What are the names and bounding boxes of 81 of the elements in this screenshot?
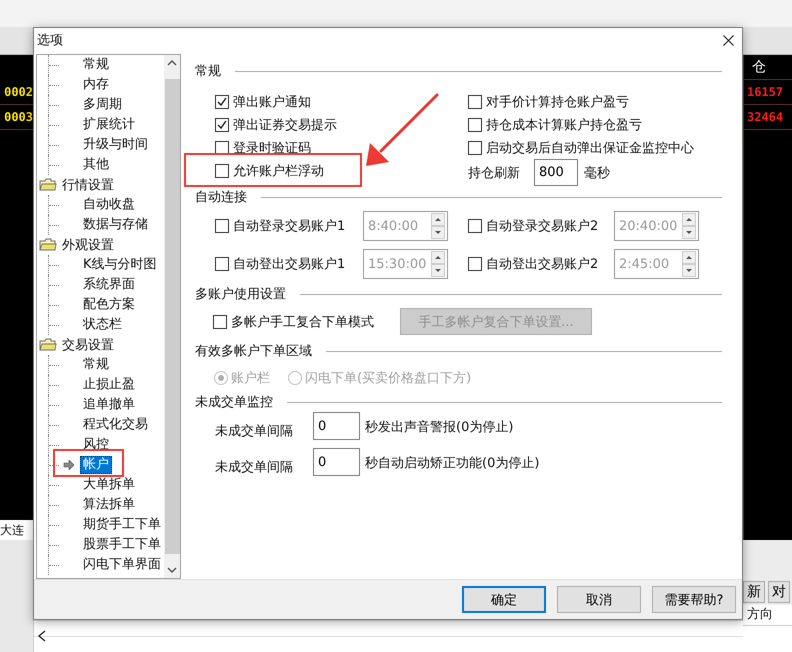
checkbox-label: 弹出账户通知 [233,94,311,111]
checkbox-label: 自动登录交易账户2 [486,218,598,236]
tree-item[interactable]: 程式化交易 [80,416,151,434]
tree-item[interactable]: 常规 [80,356,112,374]
field-hint: 秒发出声音警报(0为停止) [365,419,514,436]
tree-item[interactable]: 多周期 [80,96,125,114]
table-cell: 32464 [744,105,792,130]
checkbox[interactable] [468,94,482,109]
checkbox-label: 启动交易后自动弹出保证金监控中心 [486,140,694,157]
close-icon[interactable] [723,34,734,46]
checkbox-label: 持仓成本计算账户持仓盈亏 [486,116,642,134]
arrow-icon [63,460,75,470]
input-field[interactable]: 0 [313,412,360,440]
tree-item[interactable]: 股票手工下单 [80,536,164,554]
checkbox-label: 自动登录交易账户1 [233,218,346,236]
tree-item[interactable]: 追单撤单 [80,396,138,414]
checkbox[interactable] [213,314,227,329]
tree-item[interactable]: 其他 [80,156,112,174]
tree-folder[interactable]: 行情设置 [62,176,114,194]
tree-item[interactable]: 自动收盘 [80,196,138,214]
checkbox[interactable] [215,94,229,109]
dialog-button[interactable]: 取消 [557,586,641,614]
input-field[interactable]: 0 [313,448,360,476]
tree-item[interactable]: 数据与存储 [80,216,151,234]
tree-item[interactable]: 止损止盈 [80,376,138,394]
field-label: 持仓刷新 [468,164,520,182]
tree-item[interactable]: 算法拆单 [80,496,138,514]
folder-icon [39,178,57,192]
checkbox[interactable] [468,118,482,132]
checkbox-label: 登录时验证码 [233,140,311,157]
checkbox[interactable] [215,140,229,155]
unit-label: 毫秒 [584,164,610,182]
toolbar-button[interactable]: 对 [768,581,790,603]
tree-item[interactable]: 升级与时间 [80,136,151,154]
exchange-label: 大连 [0,520,33,540]
column-header: 方向 [743,605,792,626]
tree-item[interactable]: 闪电下单界面 [80,556,164,574]
tree-item[interactable]: 大单拆单 [80,476,138,494]
section-heading: 自动连接 [195,189,247,206]
field-label: 未成交单间隔 [215,459,294,476]
tree-item[interactable]: 帐户 [80,456,112,474]
tree-item[interactable]: 配色方案 [80,296,138,314]
checkbox-label: 弹出证券交易提示 [233,116,337,134]
checkbox-label: 对手价计算持仓账户盈亏 [486,94,629,111]
radio-label: 闪电下单(买卖价格盘口下方) [305,370,472,388]
checkbox-label: 自动登出交易账户2 [486,256,598,274]
field-hint: 秒自动启动矫正功能(0为停止) [365,455,540,472]
section-heading: 常规 [195,63,221,80]
checkbox[interactable] [468,140,482,155]
tree-item[interactable]: 常规 [80,56,112,74]
tree-item[interactable]: 风控 [80,436,112,454]
checkbox-label: 自动登出交易账户1 [233,256,346,274]
tree-folder[interactable]: 交易设置 [62,336,114,354]
tree-item[interactable]: K线与分时图 [80,256,160,274]
input-field[interactable]: 800 [534,159,578,186]
tree-item[interactable]: 期货手工下单 [80,516,164,534]
collapse-icon[interactable] [38,630,46,642]
section-heading: 未成交单监控 [195,394,273,412]
dialog-button[interactable]: 需要帮助? [652,586,736,614]
checkbox-label: 多帐户手工复合下单模式 [231,314,374,331]
folder-icon [39,338,57,352]
tree-item[interactable]: 状态栏 [80,316,125,334]
column-header: 仓 [744,55,792,80]
checkbox[interactable] [215,164,229,178]
tree-folder[interactable]: 外观设置 [62,236,114,254]
dialog-button[interactable]: 确定 [462,586,546,614]
table-cell: 16157 [744,80,792,105]
field-label: 未成交单间隔 [215,423,294,440]
tree-item[interactable]: 扩展统计 [80,116,138,134]
tree-item[interactable]: 系统界面 [80,276,138,294]
radio-label: 账户栏 [231,370,270,388]
checkbox-label: 允许账户栏浮动 [233,162,324,180]
checkbox[interactable] [215,118,229,132]
folder-icon [39,238,57,252]
window-title: 选项 [37,32,63,50]
tree-item[interactable]: 内存 [80,76,112,94]
toolbar-button[interactable]: 新 [743,581,765,603]
section-heading: 多账户使用设置 [195,286,286,304]
section-heading: 有效多帐户下单区域 [195,343,312,360]
highlight-frame [53,449,124,477]
scrollbar[interactable] [164,55,180,578]
